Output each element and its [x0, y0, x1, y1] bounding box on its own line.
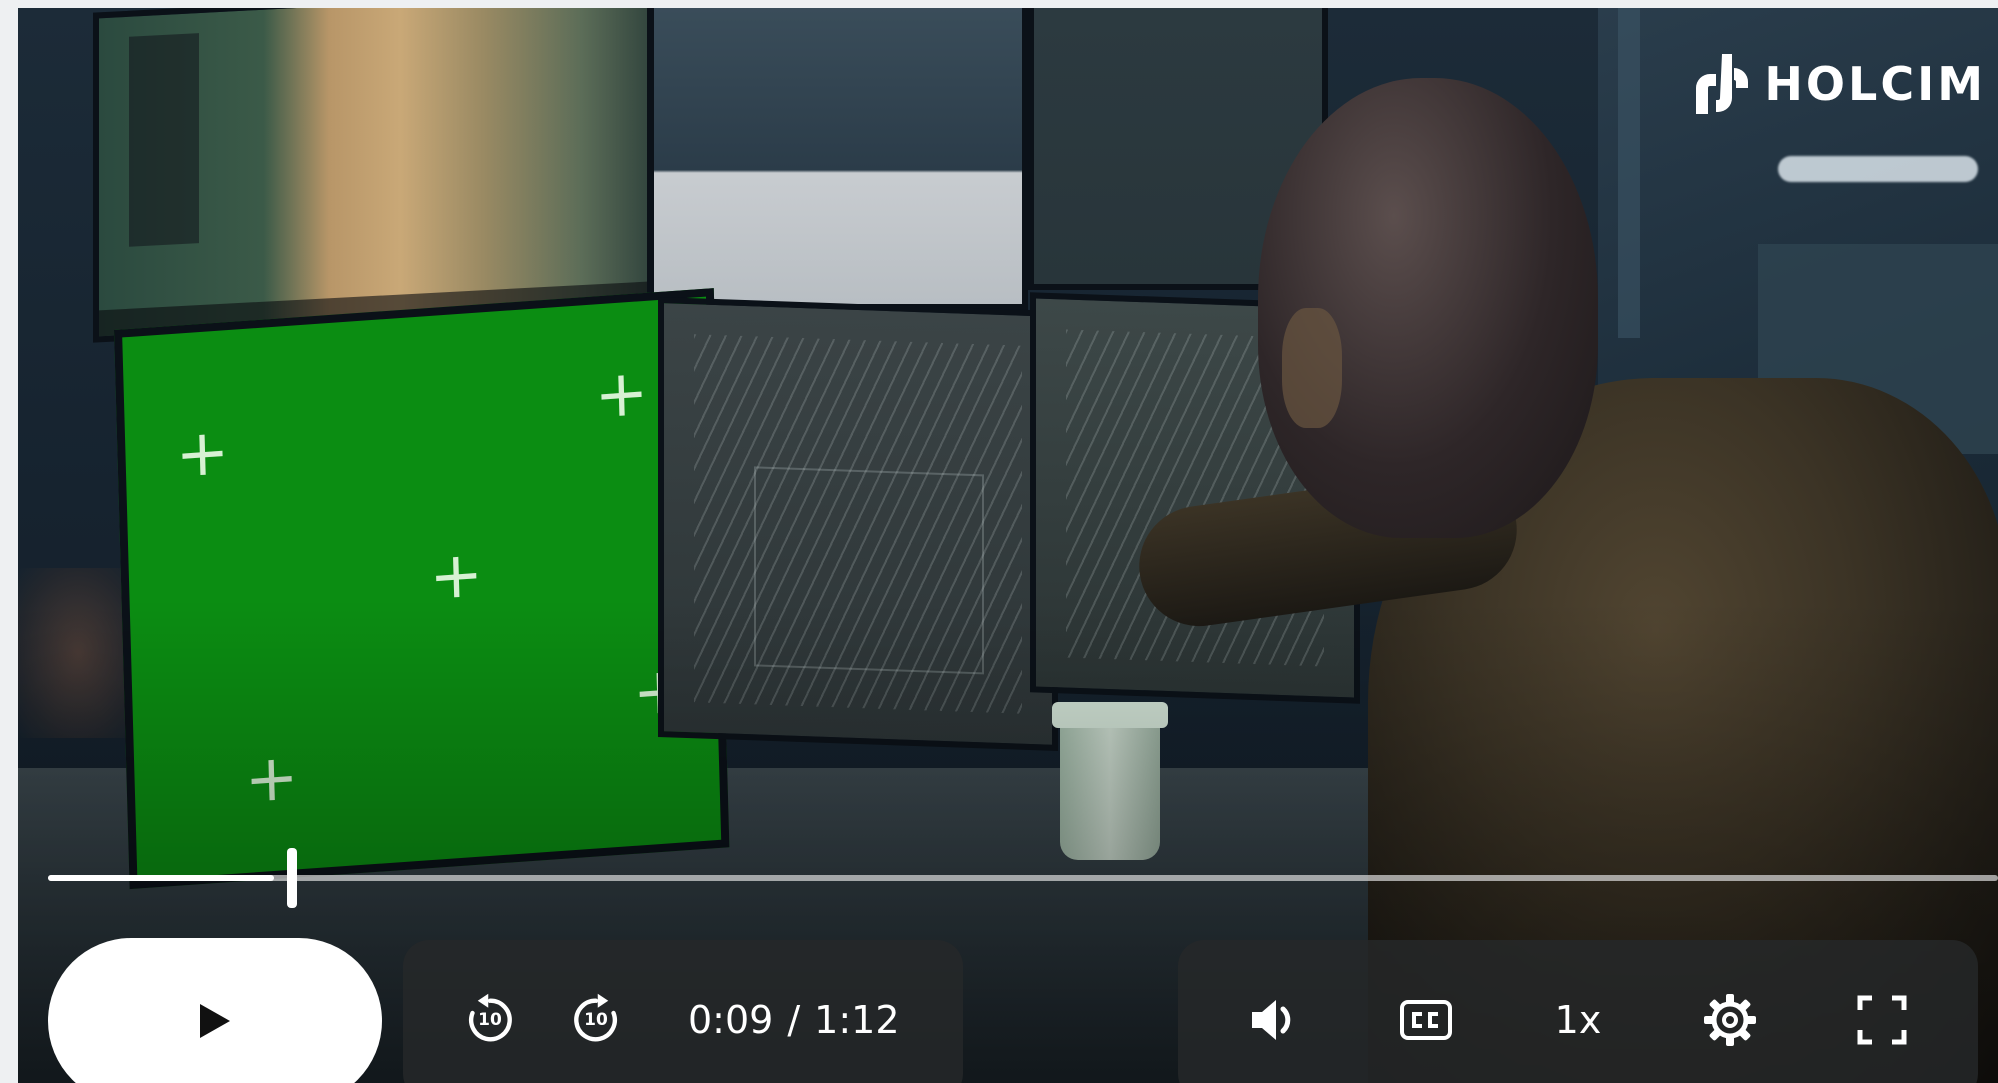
video-player[interactable]: + + + + + HOLCIM: [18, 8, 1998, 1083]
brand-logo: HOLCIM: [1688, 48, 1986, 120]
brand-name: HOLCIM: [1764, 57, 1986, 111]
forward-10-button[interactable]: 10: [564, 988, 628, 1052]
time-separator: /: [787, 998, 801, 1042]
fullscreen-button[interactable]: [1847, 985, 1917, 1055]
seek-thumb[interactable]: [287, 848, 297, 908]
play-button[interactable]: [48, 938, 382, 1083]
rewind-seconds: 10: [478, 1010, 502, 1030]
holcim-logo-icon: [1696, 54, 1749, 114]
captions-button[interactable]: [1391, 985, 1461, 1055]
seek-played: [48, 875, 274, 881]
current-time: 0:09: [688, 998, 774, 1042]
playback-speed: 1x: [1554, 998, 1602, 1042]
time-display: 0:09 / 1:12: [688, 1001, 900, 1039]
fullscreen-icon: [1857, 995, 1907, 1045]
closed-captions-icon: [1400, 1000, 1452, 1040]
video-frame[interactable]: + + + + +: [18, 8, 1998, 1083]
volume-icon: [1252, 1000, 1291, 1040]
rewind-10-button[interactable]: 10: [458, 988, 522, 1052]
playback-controls: 10 10 0:09 / 1:12: [403, 940, 963, 1083]
forward-seconds: 10: [584, 1010, 608, 1030]
settings-button[interactable]: [1695, 985, 1765, 1055]
controls-gradient: [18, 8, 1998, 1083]
playback-speed-button[interactable]: 1x: [1543, 985, 1613, 1055]
volume-button[interactable]: [1239, 985, 1309, 1055]
seek-bar[interactable]: [48, 848, 1998, 908]
gear-icon: [1704, 994, 1756, 1046]
seek-track[interactable]: [48, 875, 1998, 881]
play-icon: [200, 1004, 230, 1038]
duration: 1:12: [814, 998, 900, 1042]
player-settings-controls: 1x: [1178, 940, 1978, 1083]
